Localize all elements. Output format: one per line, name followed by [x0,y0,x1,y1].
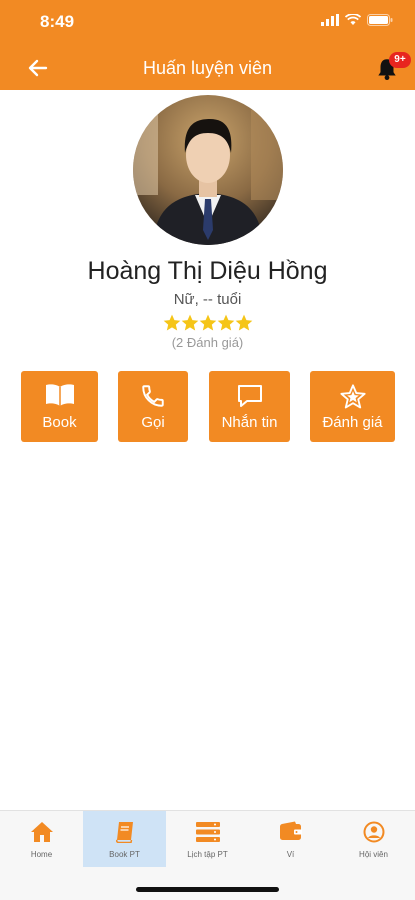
book-icon [115,822,133,843]
trainer-name: Hoàng Thị Diệu Hồng [87,257,328,285]
phone-icon [142,385,164,407]
call-button[interactable]: Gọi [118,371,188,442]
page-title: Huấn luyện viên [142,58,273,78]
tab-book-pt[interactable]: Book PT [83,811,166,867]
star-icon [199,314,216,331]
home-icon [30,822,53,842]
status-icons [321,14,393,26]
tab-member[interactable]: Hội viên [332,811,415,867]
message-button[interactable]: Nhắn tin [209,371,290,442]
home-indicator [136,887,279,892]
wifi-icon [345,14,361,25]
message-button-label: Nhắn tin [221,414,278,431]
avatar-photo [133,95,283,245]
signal-icon [321,14,339,26]
nav-bar: Huấn luyện viên [0,44,415,90]
book-button-label: Book [42,414,77,431]
rate-button[interactable]: Đánh giá [310,371,395,442]
book-button[interactable]: Book [21,371,98,442]
star-icon [181,314,198,331]
notification-badge: 9+ [389,52,411,68]
tab-home-label: Home [30,850,53,859]
tab-home[interactable]: Home [0,811,83,867]
header: 8:49 Huấn luyện viên 9+ [0,0,415,90]
tab-member-label: Hội viên [359,850,388,859]
wallet-icon [279,821,302,840]
star-rate-icon [339,384,366,409]
user-icon [363,821,384,843]
star-icon [217,314,234,331]
message-icon [237,385,262,407]
tab-wallet[interactable]: Ví [249,811,332,867]
avatar [133,95,283,245]
call-button-label: Gọi [141,414,165,431]
trainer-info: Nữ, -- tuổi [173,291,242,308]
tab-wallet-label: Ví [286,850,295,859]
tab-book-pt-label: Book PT [109,850,140,859]
battery-icon [367,14,393,26]
star-icon [163,314,180,331]
tab-schedule[interactable]: Lịch tập PT [166,811,249,867]
tab-schedule-label: Lịch tập PT [187,850,228,859]
rating-count: (2 Đánh giá) [171,335,244,350]
star-icon [235,314,252,331]
schedule-icon [195,822,220,842]
rate-button-label: Đánh giá [322,414,383,431]
book-icon [45,384,74,406]
status-time: 8:49 [40,12,75,31]
